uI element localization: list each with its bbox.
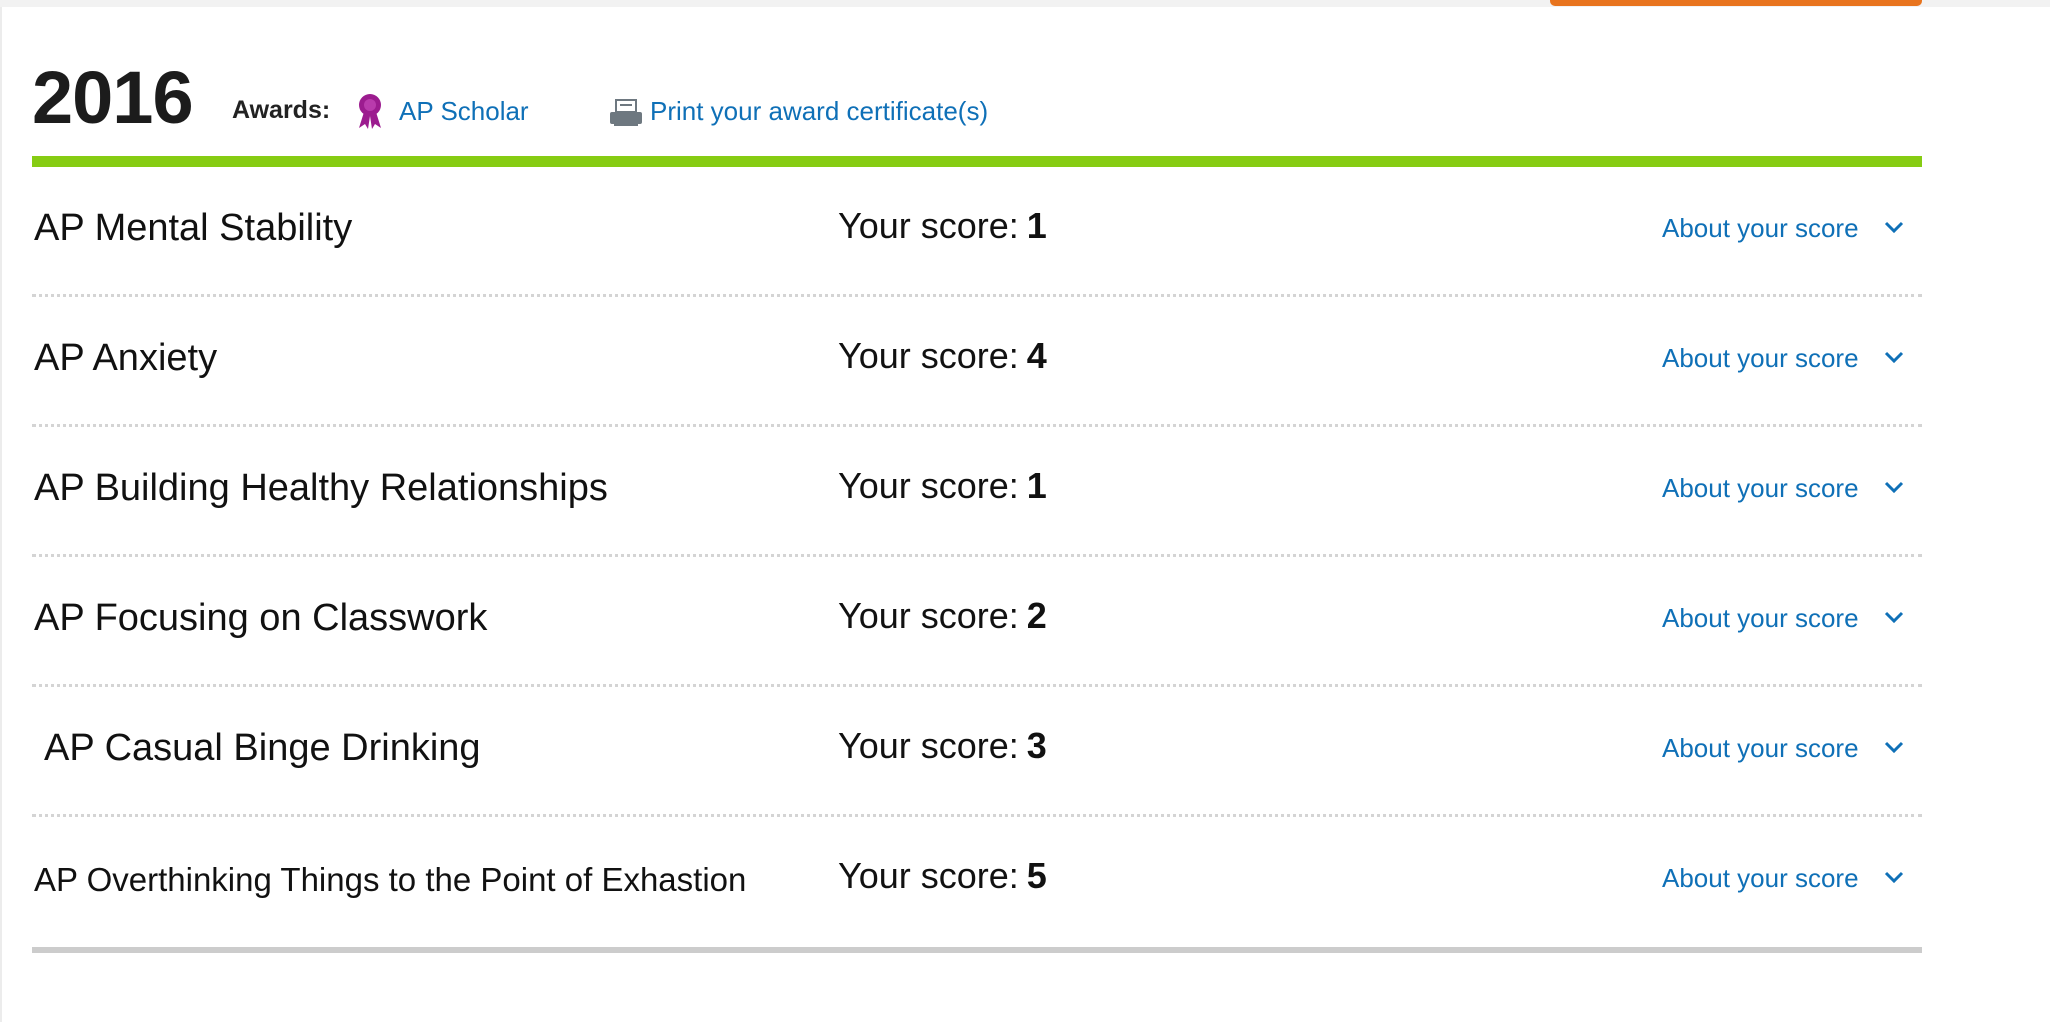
course-name: AP Focusing on Classwork [34, 597, 488, 639]
course-row: AP Building Healthy Relationships Your s… [32, 427, 1922, 557]
year-header: 2016 Awards: AP Scholar Print your award… [32, 58, 1922, 138]
score-value: 1 [1026, 465, 1047, 506]
print-certificate-link[interactable]: Print your award certificate(s) [650, 96, 988, 127]
score-display: Your score: 3 [838, 725, 1047, 767]
chevron-down-icon[interactable] [1882, 345, 1906, 369]
course-name: AP Overthinking Things to the Point of E… [34, 861, 747, 898]
score-display: Your score: 1 [838, 205, 1047, 247]
score-display: Your score: 1 [838, 465, 1047, 507]
printer-icon[interactable] [608, 98, 644, 128]
score-value: 3 [1026, 725, 1047, 766]
ap-scholar-link[interactable]: AP Scholar [399, 96, 529, 127]
course-row: AP Focusing on Classwork Your score: 2 Ab… [32, 557, 1922, 687]
ribbon-medal-icon [359, 94, 381, 129]
score-display: Your score: 4 [838, 335, 1047, 377]
course-name: AP Anxiety [34, 337, 218, 379]
score-label: Your score: [838, 465, 1019, 506]
score-report-page: 2016 Awards: AP Scholar Print your award… [0, 0, 2050, 1022]
chevron-down-icon[interactable] [1882, 865, 1906, 889]
left-rule [0, 7, 2, 1022]
about-score-link[interactable]: About your score [1662, 343, 1859, 374]
course-name: AP Mental Stability [34, 207, 353, 249]
about-score-link[interactable]: About your score [1662, 733, 1859, 764]
chevron-down-icon[interactable] [1882, 605, 1906, 629]
orange-tab-button[interactable] [1550, 0, 1922, 6]
accent-divider [32, 156, 1922, 167]
course-score-list: AP Mental Stability Your score: 1 About y… [32, 167, 1922, 947]
score-display: Your score: 5 [838, 855, 1047, 897]
course-row: AP Overthinking Things to the Point of E… [32, 817, 1922, 947]
score-value: 2 [1026, 595, 1047, 636]
about-score-link[interactable]: About your score [1662, 473, 1859, 504]
chevron-down-icon[interactable] [1882, 735, 1906, 759]
score-value: 4 [1026, 335, 1047, 376]
chevron-down-icon[interactable] [1882, 215, 1906, 239]
score-label: Your score: [838, 855, 1019, 896]
score-label: Your score: [838, 335, 1019, 376]
chevron-down-icon[interactable] [1882, 475, 1906, 499]
about-score-link[interactable]: About your score [1662, 603, 1859, 634]
score-label: Your score: [838, 595, 1019, 636]
score-display: Your score: 2 [838, 595, 1047, 637]
score-label: Your score: [838, 205, 1019, 246]
awards-label: Awards: [232, 96, 331, 124]
year-title: 2016 [32, 56, 194, 139]
course-row: AP Mental Stability Your score: 1 About y… [32, 167, 1922, 297]
about-score-link[interactable]: About your score [1662, 213, 1859, 244]
score-value: 5 [1026, 855, 1047, 896]
bottom-divider [32, 947, 1922, 953]
course-row: AP Casual Binge Drinking Your score: 3 Ab… [32, 687, 1922, 817]
course-row: AP Anxiety Your score: 4 About your score [32, 297, 1922, 427]
score-label: Your score: [838, 725, 1019, 766]
score-value: 1 [1026, 205, 1047, 246]
course-name: AP Casual Binge Drinking [44, 727, 481, 769]
course-name: AP Building Healthy Relationships [34, 467, 608, 509]
about-score-link[interactable]: About your score [1662, 863, 1859, 894]
